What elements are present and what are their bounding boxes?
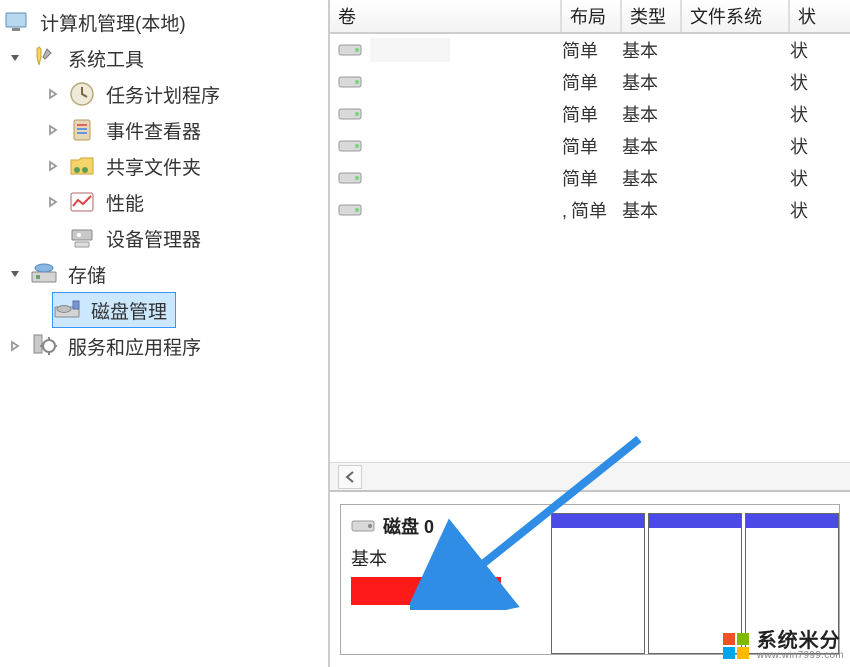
cell-layout: 简单	[562, 165, 622, 191]
cell-status: 状	[790, 197, 850, 223]
volume-name-redacted	[370, 38, 450, 62]
watermark-title: 系统米分	[757, 631, 844, 651]
tree-item-storage[interactable]: 存储	[0, 256, 328, 292]
disk-size-redacted	[351, 577, 501, 605]
device-manager-icon	[68, 224, 96, 252]
volume-icon	[338, 137, 362, 155]
right-panel: 卷 布局 类型 文件系统 状 简单 基本 状 简单 基本	[330, 0, 850, 667]
tree-item-label: 磁盘管理	[91, 297, 167, 324]
tree-item-event-viewer[interactable]: 事件查看器	[0, 112, 328, 148]
cell-layout: 简单	[562, 133, 622, 159]
services-icon	[30, 332, 58, 360]
tree-item-shared-folders[interactable]: 共享文件夹	[0, 148, 328, 184]
cell-layout: 简单	[562, 101, 622, 127]
computer-icon	[2, 8, 30, 36]
nav-tree: 计算机管理(本地) 系统工具 任务计划程序	[0, 0, 330, 667]
table-row[interactable]: 简单 基本 状	[330, 34, 850, 66]
table-body: 简单 基本 状 简单 基本 状 简单 基本 状	[330, 34, 850, 462]
disk-management-icon	[53, 296, 81, 324]
tree-item-label: 服务和应用程序	[68, 333, 201, 360]
column-header-layout[interactable]: 布局	[562, 0, 622, 32]
watermark-logo-icon	[723, 633, 749, 659]
cell-status: 状	[790, 133, 850, 159]
collapse-icon[interactable]	[6, 49, 24, 67]
tree-item-label: 性能	[106, 189, 144, 216]
cell-status: 状	[790, 69, 850, 95]
horizontal-scrollbar[interactable]	[330, 462, 850, 490]
expand-icon[interactable]	[44, 121, 62, 139]
tree-item-label: 共享文件夹	[106, 153, 201, 180]
table-row[interactable]: 简单 基本 状	[330, 162, 850, 194]
table-row[interactable]: 简单 基本 状	[330, 66, 850, 98]
cell-type: 基本	[622, 165, 682, 191]
cell-type: 基本	[622, 133, 682, 159]
tree-item-task-scheduler[interactable]: 任务计划程序	[0, 76, 328, 112]
volume-icon	[338, 41, 362, 59]
tree-item-label: 事件查看器	[106, 117, 201, 144]
disk-title: 磁盘 0	[351, 513, 541, 539]
volume-icon	[338, 105, 362, 123]
volume-table: 卷 布局 类型 文件系统 状 简单 基本 状 简单 基本	[330, 0, 850, 492]
column-header-type[interactable]: 类型	[622, 0, 682, 32]
column-header-status[interactable]: 状	[790, 0, 850, 32]
watermark-url: www.win7999.com	[757, 651, 844, 661]
disk-info-block[interactable]: 磁盘 0 基本	[341, 505, 551, 654]
cell-layout: ,简单	[562, 197, 622, 223]
volume-icon	[338, 169, 362, 187]
expand-icon[interactable]	[44, 85, 62, 103]
watermark: 系统米分 www.win7999.com	[723, 631, 844, 661]
table-row[interactable]: 简单 基本 状	[330, 130, 850, 162]
tree-item-device-manager[interactable]: 设备管理器	[0, 220, 328, 256]
tree-item-performance[interactable]: 性能	[0, 184, 328, 220]
shared-folder-icon	[68, 152, 96, 180]
cell-type: 基本	[622, 101, 682, 127]
partition-block[interactable]	[551, 513, 645, 654]
disk-icon	[351, 517, 375, 535]
volume-icon	[338, 201, 362, 219]
tree-item-services-apps[interactable]: 服务和应用程序	[0, 328, 328, 364]
tree-item-disk-management[interactable]: 磁盘管理	[52, 292, 176, 328]
cell-type: 基本	[622, 69, 682, 95]
tree-item-system-tools[interactable]: 系统工具	[0, 40, 328, 76]
volume-icon	[338, 73, 362, 91]
expand-icon[interactable]	[6, 337, 24, 355]
cell-status: 状	[790, 37, 850, 63]
disk-type-label: 基本	[351, 545, 541, 571]
collapse-icon[interactable]	[6, 265, 24, 283]
cell-status: 状	[790, 101, 850, 127]
tree-item-label: 设备管理器	[106, 225, 201, 252]
tree-item-label: 系统工具	[68, 45, 144, 72]
cell-layout: 简单	[562, 69, 622, 95]
table-row[interactable]: 简单 基本 状	[330, 98, 850, 130]
storage-icon	[30, 260, 58, 288]
tree-item-label: 存储	[68, 261, 106, 288]
column-header-volume[interactable]: 卷	[330, 0, 562, 32]
event-log-icon	[68, 116, 96, 144]
tools-icon	[30, 44, 58, 72]
performance-icon	[68, 188, 96, 216]
clock-icon	[68, 80, 96, 108]
cell-type: 基本	[622, 37, 682, 63]
expand-icon[interactable]	[44, 157, 62, 175]
cell-layout: 简单	[562, 37, 622, 63]
tree-root-computer-management[interactable]: 计算机管理(本地)	[0, 4, 328, 40]
cell-status: 状	[790, 165, 850, 191]
scroll-left-icon[interactable]	[338, 465, 362, 489]
column-header-filesystem[interactable]: 文件系统	[682, 0, 790, 32]
cell-type: 基本	[622, 197, 682, 223]
tree-item-label: 任务计划程序	[106, 81, 220, 108]
expand-icon[interactable]	[44, 193, 62, 211]
table-row[interactable]: ,简单 基本 状	[330, 194, 850, 226]
tree-root-label: 计算机管理(本地)	[40, 9, 186, 36]
table-header-row: 卷 布局 类型 文件系统 状	[330, 0, 850, 34]
